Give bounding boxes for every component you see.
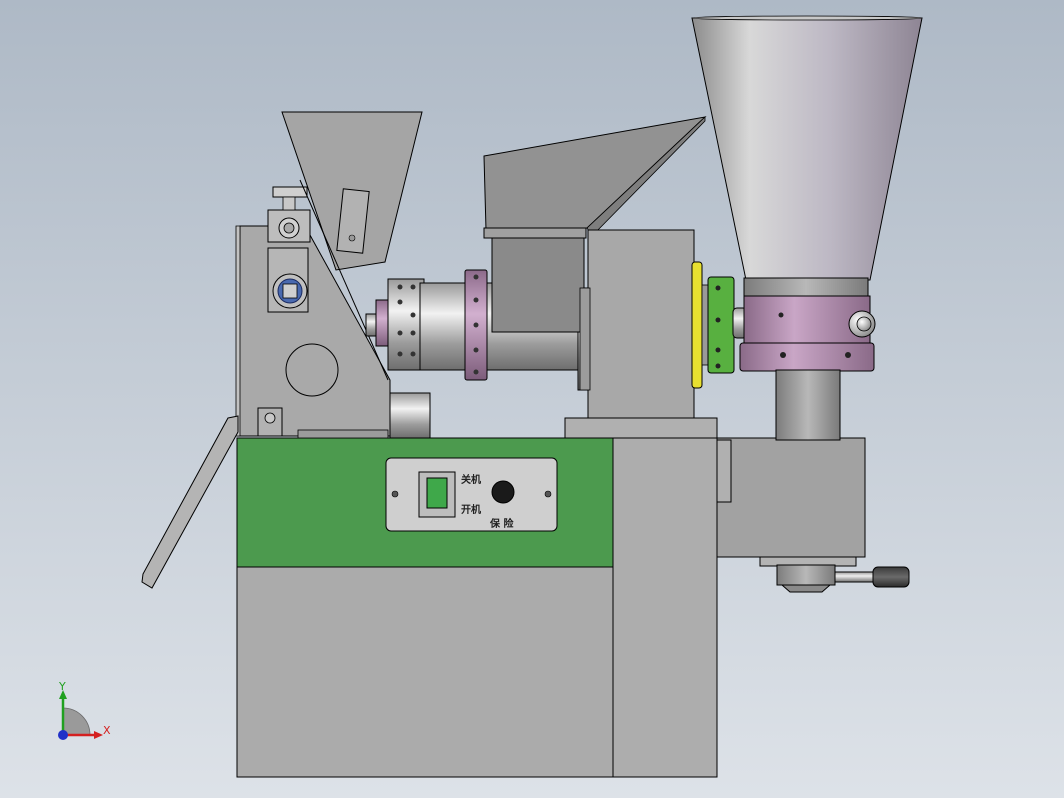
valve-handle-grip[interactable] [872, 566, 910, 588]
protect-label: 保 险 [489, 517, 514, 530]
lower-cylinder [389, 392, 431, 439]
left-base-strip [297, 429, 389, 439]
gearbox-flange [716, 439, 732, 503]
press-barrel [419, 282, 471, 371]
center-hopper-neck [483, 227, 587, 239]
control-panel-plate [385, 457, 558, 532]
rocker-switch-icon[interactable] [418, 471, 456, 518]
outlet-nozzle-tip [780, 584, 832, 593]
valve-rod [834, 571, 878, 583]
stand-post [587, 229, 695, 427]
outlet-nozzle [776, 564, 836, 586]
pulley-outline [285, 343, 339, 397]
left-side-plate-edge [235, 225, 241, 437]
hopper-slot-hole [348, 234, 356, 242]
coupling-yellow-ring [691, 261, 703, 389]
base-side-panel [612, 437, 718, 778]
cad-viewport[interactable]: 关机 开机 保 险 Y X [0, 0, 1064, 798]
adjuster-bolt-center [283, 222, 295, 234]
gearbox-housing [716, 437, 866, 558]
triad-z-axis [58, 730, 68, 740]
triad-y-label: Y [58, 680, 66, 693]
coupling-green-ring [707, 276, 735, 374]
switch-off-label: 关机 [461, 473, 481, 486]
adjuster-bolt-stem [282, 196, 296, 211]
center-hopper-body [491, 237, 585, 333]
bearing-square [282, 283, 298, 299]
control-panel: 关机 开机 保 险 [385, 457, 558, 532]
rotary-knob-icon[interactable] [491, 480, 515, 504]
adjuster-bolt-head [272, 186, 308, 198]
panel-screw-right [544, 490, 552, 498]
panel-screw-left [391, 490, 399, 498]
switch-on-label: 开机 [461, 503, 481, 516]
collar-knob-center [856, 316, 872, 332]
main-hopper-rim [691, 15, 923, 21]
hopper-purple-flange [739, 342, 875, 372]
model-canvas[interactable]: 关机 开机 保 险 Y X [0, 0, 1064, 798]
press-barrel-front [387, 278, 425, 371]
stand-foot [564, 417, 718, 439]
base-gray-lower [236, 566, 614, 778]
hopper-outlet-pipe [775, 369, 841, 441]
triad-x-label: X [103, 724, 111, 737]
stand-left-lip [579, 287, 591, 391]
left-mount-hole [264, 412, 276, 424]
hopper-neck-band [743, 277, 869, 297]
